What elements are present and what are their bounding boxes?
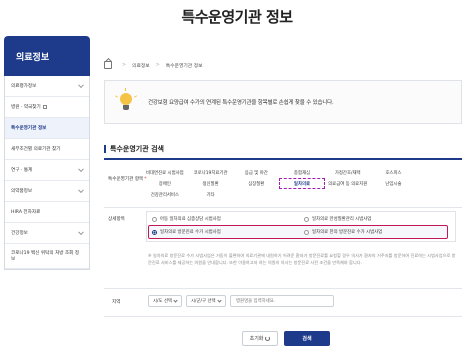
sidebar-item-label: 연구 · 통계 [11, 168, 33, 173]
divider [104, 288, 462, 289]
search-button[interactable]: 검색 [284, 331, 330, 346]
sidebar-item-research-stats[interactable]: 연구 · 통계 [5, 160, 89, 181]
category-option-selected[interactable]: 일차의료 [279, 178, 325, 189]
category-option-spacer [416, 178, 462, 189]
sidebar-item-label: 코로나19 백신 위탁의 처방 조회 정보 [11, 251, 80, 262]
breadcrumb-separator: > [122, 62, 127, 68]
breadcrumb-item-current: 특수운영기관 정보 [165, 63, 203, 69]
category-option[interactable]: 장애인 [142, 178, 188, 189]
section-bar [104, 145, 106, 153]
home-icon[interactable] [104, 61, 112, 69]
page-title: 특수운영기관 정보 [181, 8, 293, 26]
detail-option[interactable]: 일차의료 만성질환관리 시범사업 [304, 216, 371, 222]
lightbulb-icon [114, 88, 138, 113]
category-option[interactable]: 건강관리서비스 [142, 189, 188, 200]
category-option[interactable]: 정신질환 [188, 178, 234, 189]
section-title: 특수운영기관 검색 [104, 144, 164, 154]
sidebar-item-label: 건강정보 [11, 231, 28, 236]
sigungu-select[interactable]: 시/군/구 선택 [186, 295, 226, 307]
category-label: 특수운영기관 항목* [108, 177, 147, 182]
sido-select-value: 시/도 선택 [153, 299, 173, 304]
region-label: 지역 [112, 300, 121, 305]
sidebar-menu: 의료평가정보 병원 · 약국찾기 특수운영기관 정보 새부조건별 의료기관 찾기… [4, 76, 90, 270]
detail-option-selected[interactable]: 일차의료 방문진료 수가 시범사업 [152, 229, 221, 235]
sido-select[interactable]: 시/도 선택 [148, 295, 182, 307]
breadcrumb: > 의료정보 > 특수운영기관 정보 [104, 58, 203, 72]
sidebar-item-covid-vaccine[interactable]: 코로나19 백신 위탁의 처방 조회 정보 [5, 244, 89, 269]
reset-button[interactable]: 초기화 [242, 331, 278, 346]
category-option[interactable]: 기타 [188, 189, 234, 200]
category-option[interactable]: 코로나19치료기관 [188, 167, 234, 178]
sidebar-item-label: 병원 · 약국찾기 [11, 105, 41, 110]
sidebar-item-detailed-search[interactable]: 새부조건별 의료기관 찾기 [5, 139, 89, 160]
sidebar-item-label: 특수운영기관 정보 [11, 126, 47, 131]
sigungu-select-value: 시/군/구 선택 [191, 299, 216, 304]
chevron-down-icon [78, 229, 84, 236]
sidebar-item-hira-data[interactable]: HIRA 전자자료 [5, 202, 89, 223]
category-option[interactable]: 종합재심 [279, 167, 325, 178]
sidebar-item-label: 의약품정보 [11, 189, 33, 194]
category-option[interactable]: 호스피스 [371, 167, 417, 178]
detail-option-label: 아동 일차의료 심층상담 시범사업 [160, 217, 221, 222]
sidebar-item-label: 의료평가정보 [11, 84, 37, 89]
detail-label: 상세항목 [108, 217, 125, 222]
info-text: 건강보험 요양급여 수가의 연계된 특수운영기관을 항목별로 손쉽게 찾을 수 … [148, 100, 334, 106]
sidebar-item-label: HIRA 전자자료 [11, 210, 41, 215]
chevron-down-icon [78, 187, 84, 194]
category-option[interactable]: 의료급여 등 의료지원 [325, 178, 371, 189]
breadcrumb-item[interactable]: 의료정보 [132, 62, 150, 69]
sidebar-item-hospital-search[interactable]: 병원 · 약국찾기 [5, 97, 89, 118]
chevron-down-icon [217, 298, 222, 303]
category-option[interactable]: 난임시술 [371, 178, 417, 189]
detail-option-label: 일차의료 만성질환관리 시범사업 [312, 217, 372, 222]
radio-button[interactable] [304, 229, 309, 235]
breadcrumb-separator: > [155, 62, 160, 68]
divider [104, 316, 462, 317]
refresh-icon [265, 336, 271, 341]
search-form: 특수운영기관 항목* 비대면진료 시범사업 코로나19치료기관 응급 및 야간 … [104, 158, 462, 346]
section-title-text: 특수운영기관 검색 [110, 145, 164, 153]
sidebar-item-health-info[interactable]: 건강정보 [5, 223, 89, 244]
radio-button[interactable] [152, 216, 157, 222]
category-option[interactable]: 가정간호/재택 [325, 167, 371, 178]
detail-option[interactable]: 일차의료 한의 방문진료 수가 시범사업 [304, 229, 382, 235]
sidebar: 의료정보 의료평가정보 병원 · 약국찾기 특수운영기관 정보 새부조건별 의료… [4, 36, 90, 356]
detail-option-label: 일차의료 방문진료 수가 시범사업 [160, 230, 221, 235]
category-grid: 비대면진료 시범사업 코로나19치료기관 응급 및 야간 종합재심 가정간호/재… [142, 167, 462, 200]
sidebar-item-special-institutions[interactable]: 특수운영기관 정보 [5, 118, 89, 139]
external-link-icon [42, 105, 47, 109]
radio-button-selected[interactable] [152, 229, 157, 235]
notice-text: ※ 일차의료 방문진료 수가 시범사업은 거동이 불편하여 의료기관에 내원하기… [148, 253, 456, 265]
hospital-name-input[interactable] [230, 295, 334, 307]
chevron-down-icon [173, 298, 178, 303]
divider [104, 207, 462, 208]
category-option[interactable]: 응급 및 야간 [233, 167, 279, 178]
radio-button[interactable] [304, 216, 309, 222]
chevron-down-icon [78, 166, 84, 173]
detail-option[interactable]: 아동 일차의료 심층상담 시범사업 [152, 216, 221, 222]
category-option[interactable]: 심장질환 [233, 178, 279, 189]
chevron-down-icon [78, 82, 84, 89]
sidebar-item-medical-evaluation[interactable]: 의료평가정보 [5, 76, 89, 97]
category-option[interactable]: 비대면진료 시범사업 [142, 167, 188, 178]
info-box: 건강보험 요양급여 수가의 연계된 특수운영기관을 항목별로 손쉽게 찾을 수 … [104, 80, 462, 124]
sidebar-item-label: 새부조건별 의료기관 찾기 [11, 147, 61, 152]
reset-button-label: 초기화 [249, 336, 264, 342]
category-option-spacer [416, 167, 462, 178]
sidebar-item-drug-info[interactable]: 의약품정보 [5, 181, 89, 202]
sidebar-title: 의료정보 [4, 36, 90, 76]
detail-option-label: 일차의료 한의 방문진료 수가 시범사업 [312, 230, 383, 235]
